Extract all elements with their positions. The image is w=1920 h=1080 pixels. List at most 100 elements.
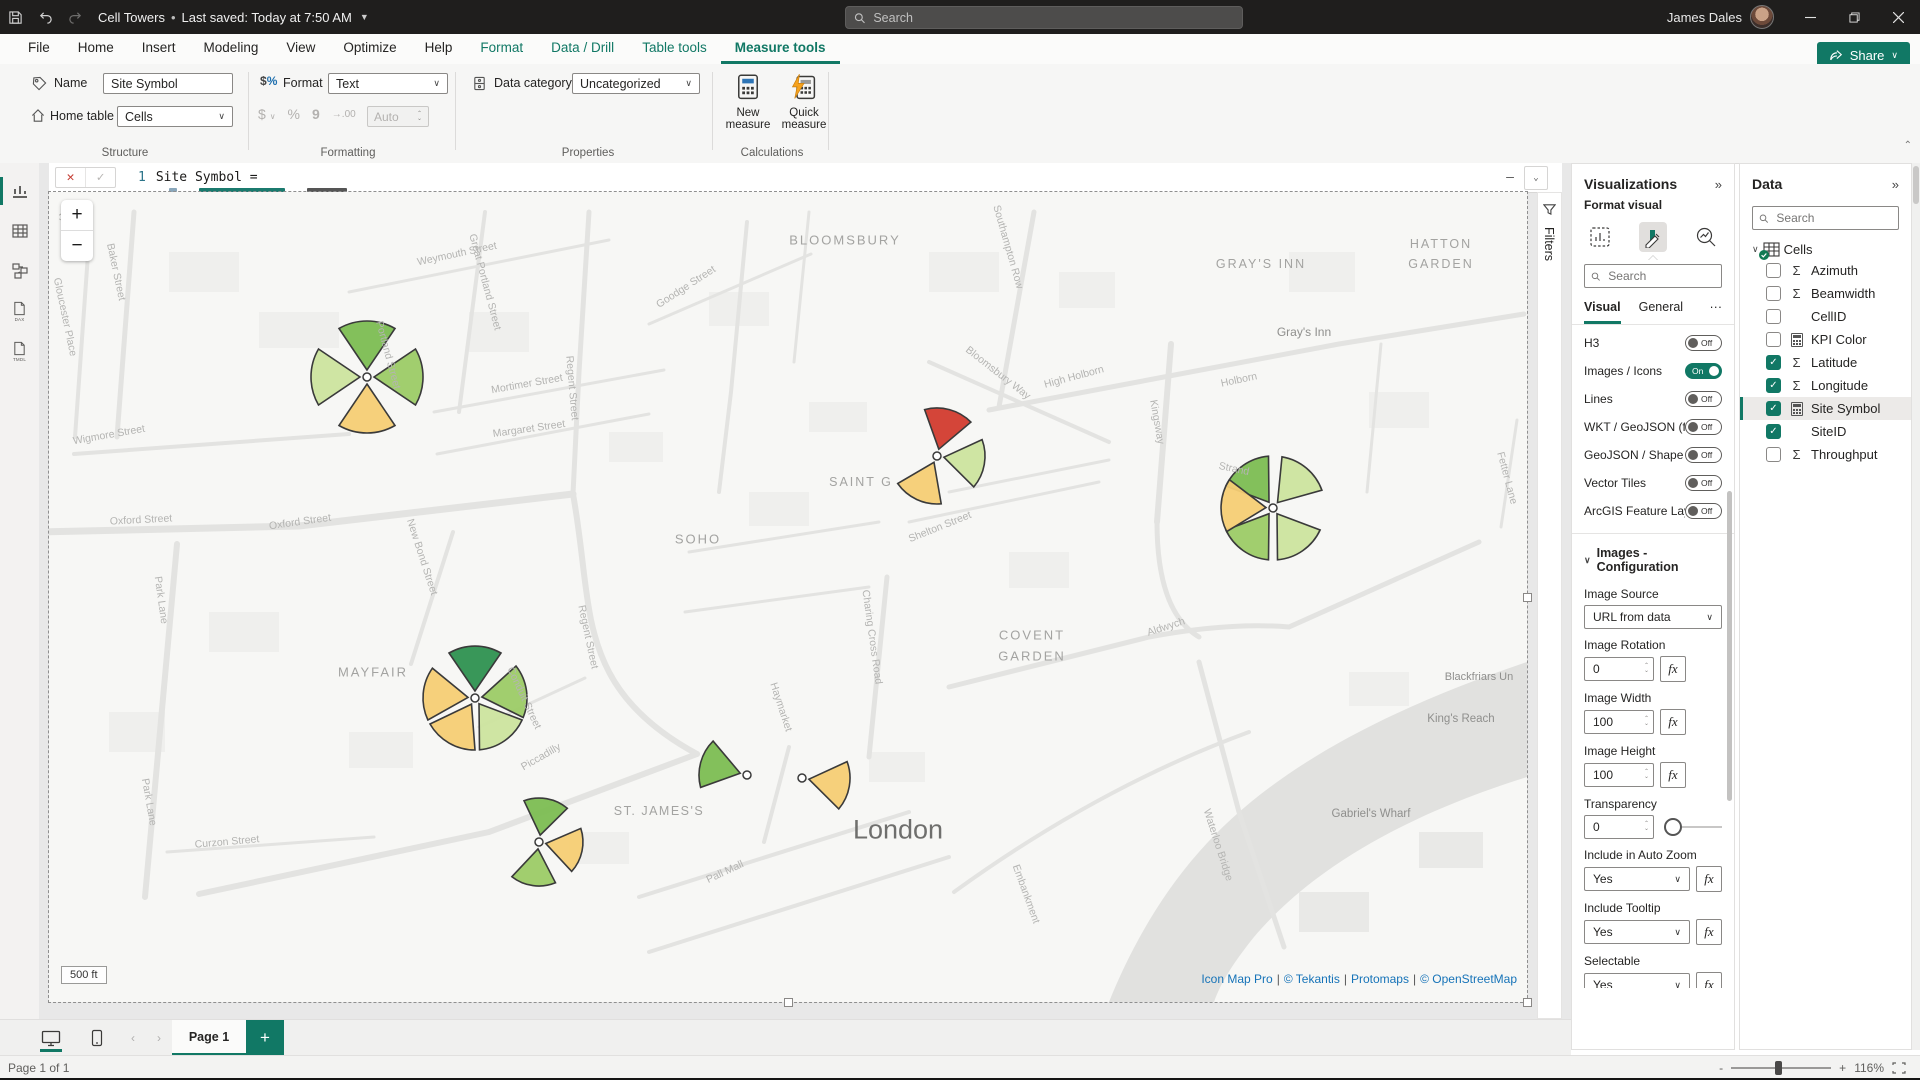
cell-site-icon[interactable] [798,762,850,809]
table-node-cells[interactable]: ∨ Cells [1740,230,1911,259]
vis-tab-[interactable]: ··· [1710,300,1723,324]
checkbox-unchecked[interactable] [1766,447,1781,462]
toggle-off[interactable]: Off [1685,335,1722,351]
undo-icon[interactable] [30,0,60,34]
quick-measure-button[interactable]: Quick measure [778,73,830,131]
menu-tab-table-tools[interactable]: Table tools [628,34,721,64]
build-visual-icon[interactable] [1586,222,1613,252]
fit-to-page-icon[interactable] [1892,1062,1906,1074]
resize-handle-right[interactable] [1523,593,1532,602]
visualizations-search-input[interactable] [1606,268,1715,284]
save-icon[interactable] [0,0,30,34]
field-dropdown[interactable]: Yes∨ [1584,920,1690,944]
restore-button[interactable] [1832,0,1876,34]
add-page-button[interactable]: + [246,1020,284,1056]
spinner-arrows[interactable]: ⌃⌄ [1644,770,1649,780]
analytics-icon[interactable] [1693,222,1720,252]
redo-icon[interactable] [60,0,90,34]
menu-tab-modeling[interactable]: Modeling [190,34,273,64]
field-row-siteid[interactable]: ✓SiteID [1740,420,1911,443]
formula-bar[interactable]: ✕ ✓ 1 Site Symbol = — ⌄ [49,163,1562,193]
cell-site-icon[interactable] [423,646,527,750]
page-tab[interactable]: Page 1 [172,1020,246,1056]
menu-tab-measure-tools[interactable]: Measure tools [721,34,840,64]
field-row-longitude[interactable]: ✓ΣLongitude [1740,374,1911,397]
title-caret-icon[interactable]: ▼ [360,12,369,22]
fx-button[interactable]: fx [1696,919,1722,945]
resize-handle-bottom[interactable] [784,998,793,1007]
field-row-latitude[interactable]: ✓ΣLatitude [1740,351,1911,374]
field-spinner[interactable]: 0⌃⌄ [1584,657,1654,681]
next-page-icon[interactable]: › [146,1020,172,1056]
minimize-button[interactable] [1788,0,1832,34]
filters-pane-collapsed[interactable]: Filters [1537,192,1562,1019]
zoom-slider[interactable] [1731,1067,1831,1069]
field-dropdown[interactable]: Yes∨ [1584,973,1690,988]
collapse-ribbon-icon[interactable]: ⌃ [1904,140,1912,151]
user-name[interactable]: James Dales [1667,10,1742,25]
zoom-in-icon[interactable]: + [1839,1061,1846,1075]
attribution-link[interactable]: Protomaps [1351,972,1409,986]
attribution-link[interactable]: © OpenStreetMap [1420,972,1517,986]
name-input[interactable]: Site Symbol [103,73,233,94]
slider-knob[interactable] [1664,818,1682,836]
zoom-out-icon[interactable]: - [1719,1061,1723,1075]
toggle-off[interactable]: Off [1685,447,1722,463]
map-zoom-out-button[interactable]: − [61,231,93,261]
attribution-link[interactable]: Icon Map Pro [1201,972,1272,986]
menu-tab-data-drill[interactable]: Data / Drill [537,34,628,64]
visualizations-scrollbar[interactable] [1727,491,1732,801]
resize-handle-corner[interactable] [1523,998,1532,1007]
images-configuration-section[interactable]: ∨ Images - Configuration [1572,533,1734,574]
toggle-off[interactable]: Off [1685,419,1722,435]
data-search[interactable] [1752,206,1899,230]
toggle-off[interactable]: Off [1685,503,1722,519]
menu-tab-optimize[interactable]: Optimize [329,34,410,64]
desktop-layout-button[interactable] [28,1020,74,1056]
model-view-button[interactable] [0,251,39,291]
toggle-off[interactable]: Off [1685,475,1722,491]
field-spinner[interactable]: 100⌃⌄ [1584,763,1654,787]
cell-site-icon[interactable] [699,741,751,787]
menu-tab-view[interactable]: View [272,34,329,64]
checkbox-unchecked[interactable] [1766,309,1781,324]
home-table-select[interactable]: Cells∨ [117,106,233,127]
expand-formula-bar-button[interactable]: ⌄ [1524,166,1548,190]
checkbox-checked[interactable]: ✓ [1766,378,1781,393]
spinner-arrows[interactable]: ⌃⌄ [1644,717,1649,727]
previous-page-icon[interactable]: ‹ [120,1020,146,1056]
checkbox-unchecked[interactable] [1766,263,1781,278]
cell-site-icon[interactable] [512,798,583,886]
data-category-select[interactable]: Uncategorized∨ [572,73,700,94]
field-row-kpi-color[interactable]: KPI Color [1740,328,1911,351]
field-dropdown[interactable]: Yes∨ [1584,867,1690,891]
number-format-buttons[interactable]: $ ∨%9→.00 [258,106,356,122]
cell-site-icon[interactable] [898,408,985,504]
fx-button[interactable]: fx [1660,762,1686,788]
vis-tab-visual[interactable]: Visual [1584,300,1621,324]
field-row-throughput[interactable]: ΣThroughput [1740,443,1911,466]
menu-tab-insert[interactable]: Insert [128,34,190,64]
field-dropdown[interactable]: URL from data∨ [1584,605,1722,629]
avatar[interactable] [1750,5,1774,29]
tmdl-view-button[interactable]: TMDL [0,331,39,371]
checkbox-unchecked[interactable] [1766,286,1781,301]
spinner-arrows[interactable]: ⌃⌄ [1644,664,1649,674]
document-title[interactable]: Cell Towers • Last saved: Today at 7:50 … [98,10,369,25]
fx-button[interactable]: fx [1660,656,1686,682]
field-row-beamwidth[interactable]: ΣBeamwidth [1740,282,1911,305]
mobile-layout-button[interactable] [74,1020,120,1056]
menu-tab-file[interactable]: File [14,34,64,64]
map-zoom-in-button[interactable]: + [61,200,93,231]
fx-button[interactable]: fx [1696,866,1722,892]
report-view-button[interactable] [0,171,39,211]
close-button[interactable] [1876,0,1920,34]
toggle-off[interactable]: Off [1685,391,1722,407]
menu-tab-format[interactable]: Format [466,34,537,64]
collapse-formula-bar-icon[interactable]: — [1506,170,1514,185]
field-row-azimuth[interactable]: ΣAzimuth [1740,259,1911,282]
fx-button[interactable]: fx [1696,972,1722,988]
cancel-formula-icon[interactable]: ✕ [56,168,85,187]
field-row-cellid[interactable]: CellID [1740,305,1911,328]
new-measure-button[interactable]: New measure [722,73,774,131]
